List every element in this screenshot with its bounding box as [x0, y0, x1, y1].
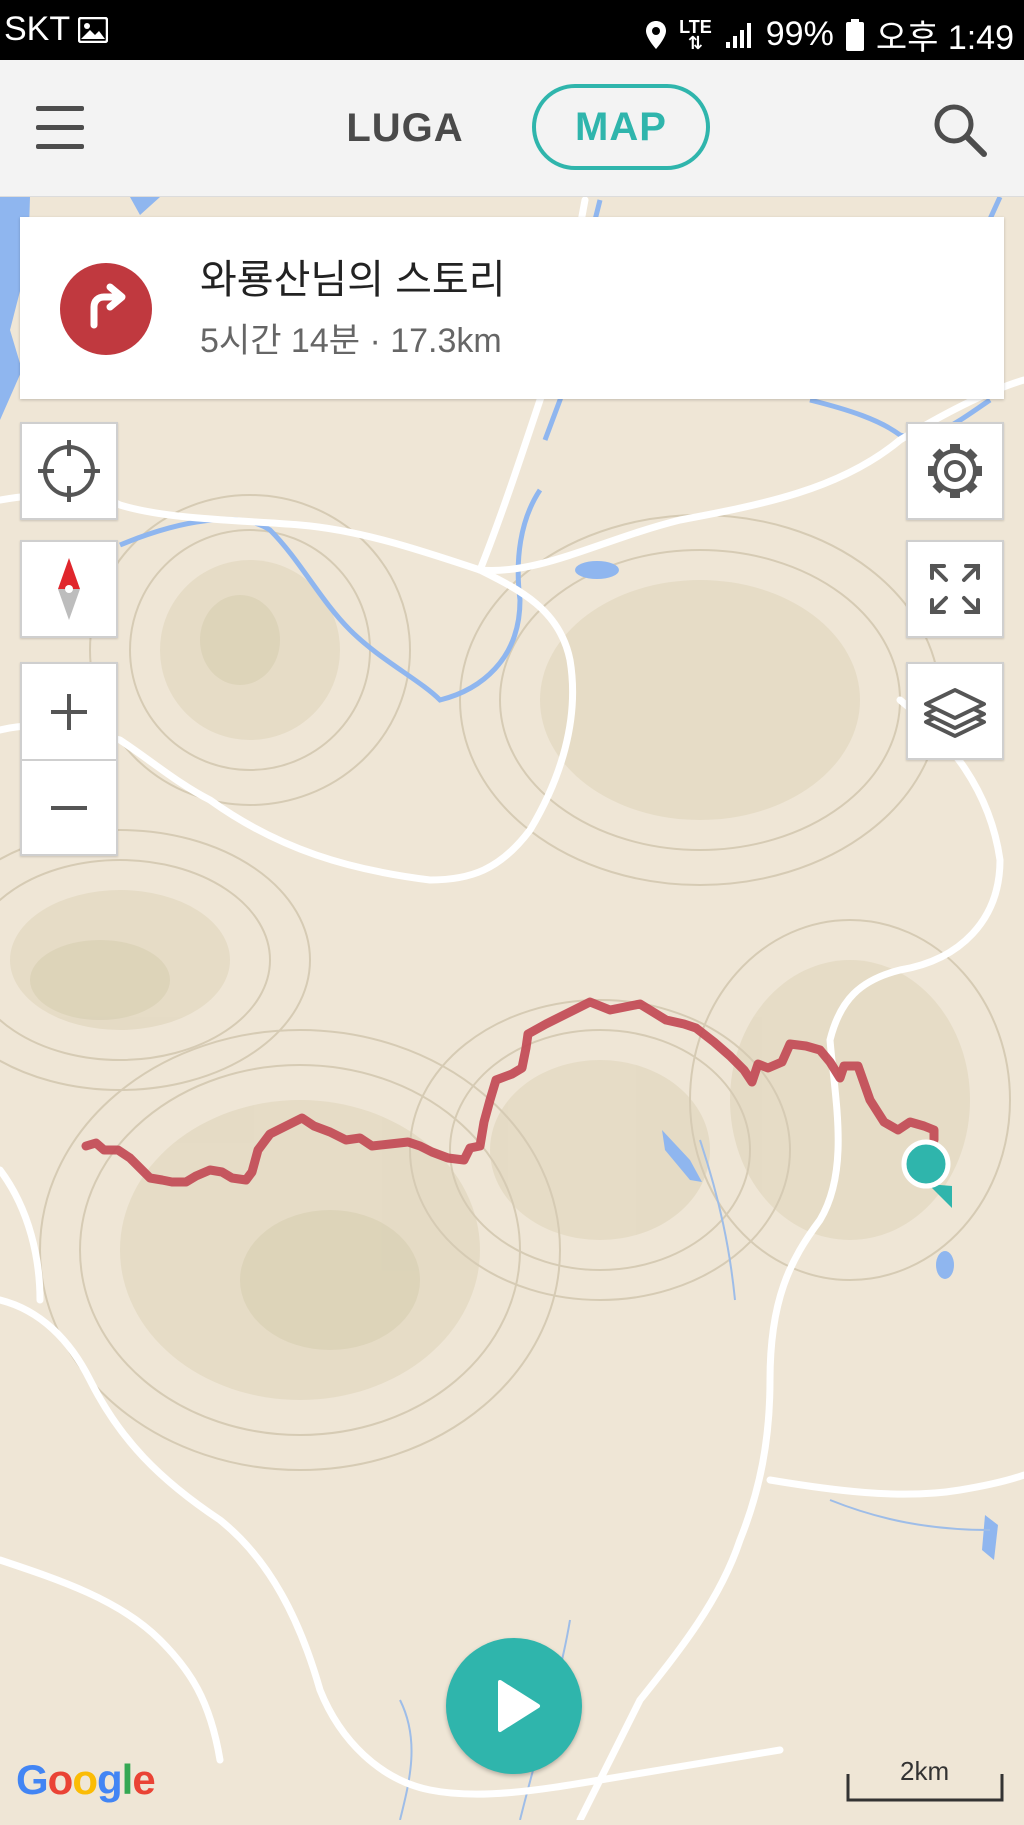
status-bar: SKT LTE ⇅ 99% 오후 1:49	[0, 0, 1024, 60]
search-button[interactable]	[930, 100, 990, 160]
image-icon	[78, 16, 109, 43]
map-canvas	[0, 195, 1024, 1824]
google-logo: Google	[16, 1756, 156, 1803]
lte-icon: LTE ⇅	[679, 16, 712, 53]
story-card[interactable]: 와룡산님의 스토리 5시간 14분 · 17.3km	[20, 217, 1004, 399]
layers-icon	[924, 688, 986, 738]
carrier-label: SKT	[4, 10, 71, 48]
play-icon	[498, 1680, 540, 1732]
zoom-in-icon	[51, 694, 87, 730]
my-location-button[interactable]	[20, 422, 118, 520]
search-icon	[934, 104, 987, 157]
layers-button[interactable]	[906, 662, 1004, 760]
battery-icon	[845, 18, 864, 51]
story-icon	[60, 263, 152, 355]
zoom-out-button[interactable]	[22, 761, 116, 854]
zoom-controls	[20, 662, 118, 856]
play-button[interactable]	[446, 1638, 582, 1774]
app-bar: LUGA MAP	[0, 60, 1024, 197]
settings-icon	[928, 444, 982, 498]
menu-button[interactable]	[36, 106, 86, 150]
fullscreen-button[interactable]	[906, 540, 1004, 638]
scale-bar	[846, 1774, 1004, 1802]
zoom-in-button[interactable]	[22, 664, 116, 761]
turn-right-arrow-icon	[90, 283, 126, 329]
compass-icon	[58, 558, 80, 620]
battery-percent: 99%	[765, 15, 834, 53]
story-subtitle: 5시간 14분 · 17.3km	[200, 322, 502, 360]
story-title: 와룡산님의 스토리	[200, 258, 506, 302]
tab-luga[interactable]: LUGA	[330, 100, 480, 156]
compass-button[interactable]	[20, 540, 118, 638]
settings-button[interactable]	[906, 422, 1004, 520]
clock: 오후 1:49	[875, 19, 1014, 57]
signal-icon	[725, 22, 751, 48]
location-icon	[646, 20, 667, 49]
fullscreen-icon	[930, 564, 980, 614]
zoom-out-icon	[51, 806, 87, 810]
tab-map[interactable]: MAP	[532, 84, 710, 170]
my-location-icon	[38, 440, 100, 502]
map-view[interactable]	[0, 195, 1024, 1824]
